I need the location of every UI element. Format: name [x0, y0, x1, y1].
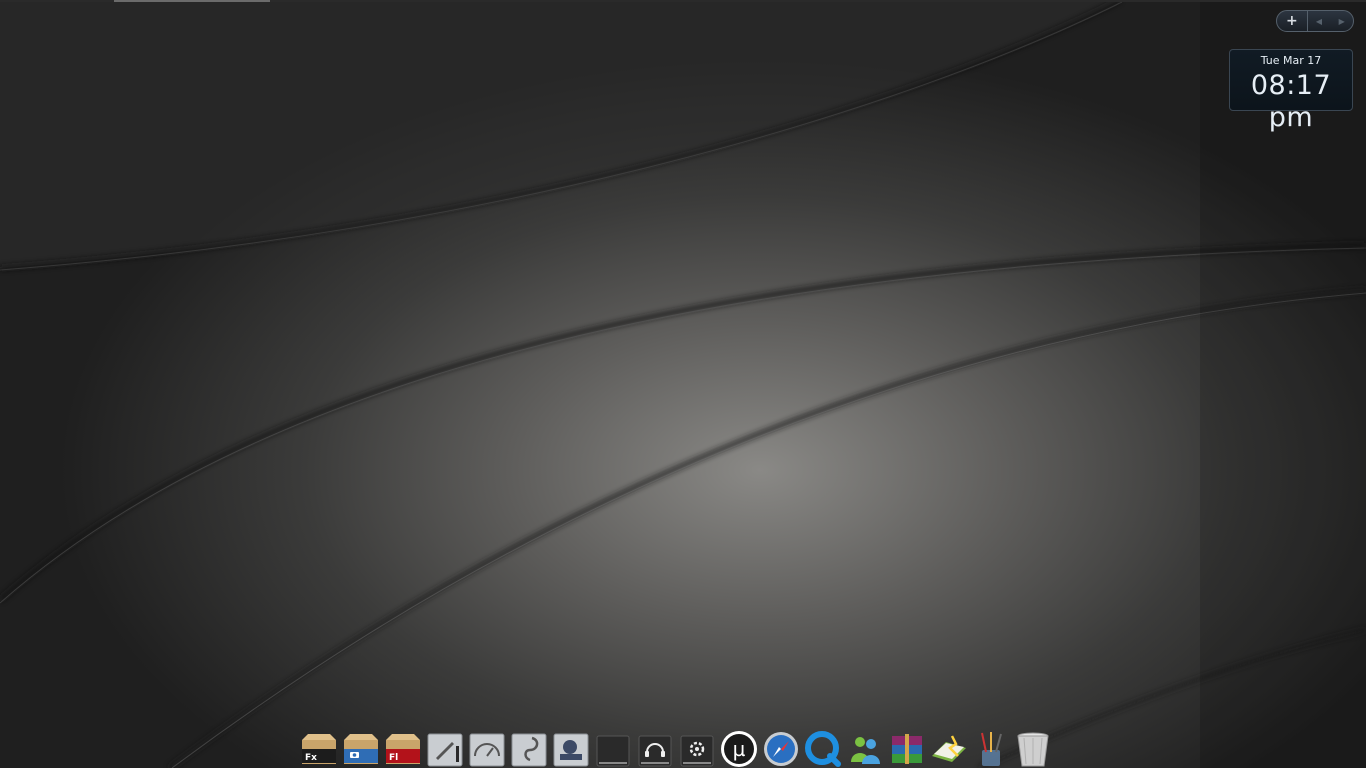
- headphones-icon: [638, 735, 672, 767]
- compass-icon: [764, 732, 798, 766]
- trash-icon: [1017, 732, 1049, 767]
- clock-time: 08:17 pm: [1250, 70, 1332, 133]
- drive-icon: [596, 735, 630, 767]
- clock-widget[interactable]: Tue Mar 17 08:17 pm: [1229, 49, 1353, 133]
- dock-item-brushes[interactable]: [972, 728, 1010, 768]
- dock-item-notebook[interactable]: [930, 728, 968, 768]
- messenger-icon: [851, 737, 880, 764]
- utility-icon: [553, 733, 589, 767]
- box-icon: Fx: [302, 734, 336, 764]
- clock-date: Tue Mar 17: [1260, 54, 1322, 67]
- triangle-left-icon[interactable]: ◀: [1308, 11, 1331, 31]
- dock-item-gauge-tool[interactable]: [468, 728, 506, 768]
- gear-icon: [680, 735, 714, 767]
- desktop[interactable]: + ◀ ▶ Tue Mar 17 08:17 pm Fx Fl µ: [0, 0, 1366, 768]
- dock-item-firefox-box[interactable]: Fx: [300, 728, 338, 768]
- dock-item-finder-tool[interactable]: [552, 728, 590, 768]
- quicktime-icon: [805, 731, 841, 767]
- notebook-icon: [932, 735, 966, 762]
- dock-item-trash[interactable]: [1014, 728, 1052, 768]
- brushes-icon: [981, 732, 1002, 766]
- pen-tool-icon: [427, 733, 463, 767]
- dock: Fx Fl µ: [300, 722, 1052, 768]
- add-widget-button[interactable]: +: [1277, 11, 1308, 31]
- dock-item-safari[interactable]: [762, 728, 800, 768]
- widget-controls: + ◀ ▶: [1276, 10, 1354, 32]
- dock-item-label: Fx: [305, 753, 317, 763]
- top-edge-highlight: [114, 0, 270, 2]
- dock-item-headphones-drive[interactable]: [636, 728, 674, 768]
- dock-item-winrar[interactable]: [888, 728, 926, 768]
- dock-item-label: µ: [733, 737, 746, 761]
- gauge-icon: [469, 733, 505, 767]
- camera-box-icon: [344, 734, 378, 764]
- dock-item-gear-drive[interactable]: [678, 728, 716, 768]
- flash-box-icon: Fl: [386, 734, 420, 764]
- dock-item-quicktime[interactable]: [804, 728, 842, 768]
- dock-item-messenger[interactable]: [846, 728, 884, 768]
- dock-item-pen-tool[interactable]: [426, 728, 464, 768]
- winrar-icon: [892, 734, 922, 764]
- hook-icon: [511, 733, 547, 767]
- wallpaper: [0, 0, 1366, 768]
- dock-item-flash-box[interactable]: Fl: [384, 728, 422, 768]
- dock-item-label: Fl: [389, 753, 398, 763]
- dock-item-hook-tool[interactable]: [510, 728, 548, 768]
- dock-item-dark-drive[interactable]: [594, 728, 632, 768]
- dock-item-camera-box[interactable]: [342, 728, 380, 768]
- triangle-right-icon[interactable]: ▶: [1330, 11, 1353, 31]
- dock-item-utorrent[interactable]: µ: [720, 728, 758, 768]
- utorrent-icon: µ: [721, 731, 757, 767]
